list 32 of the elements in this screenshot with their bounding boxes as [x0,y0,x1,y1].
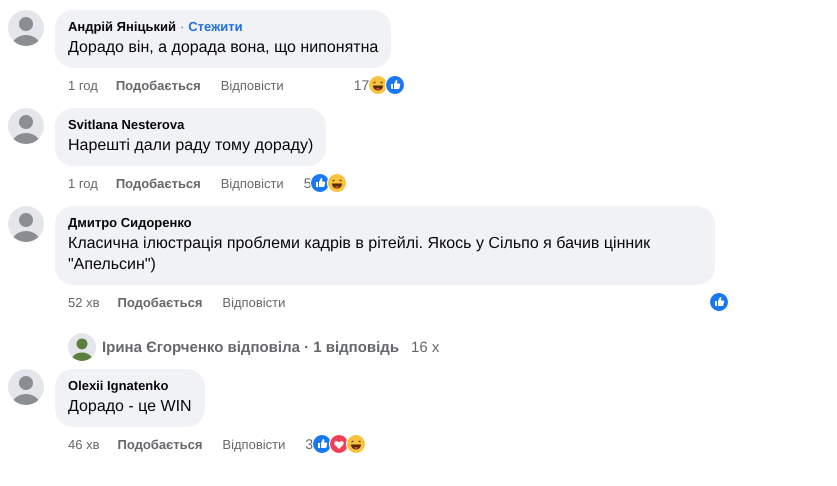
reply-link[interactable]: Відповісти [220,176,284,190]
avatar[interactable] [8,369,44,405]
reply-link[interactable]: Відповісти [222,436,286,452]
follow-link[interactable]: Стежити [188,19,243,34]
reply-link[interactable]: Відповісти [220,78,284,92]
comment-time[interactable]: 1 год [68,78,98,92]
like-link[interactable]: Подобається [117,436,202,452]
separator-dot: · [180,19,184,34]
reaction-count[interactable]: 5 [304,175,312,191]
comment-time[interactable]: 46 хв [68,436,100,452]
comment-text: Дорадо він, а дорада вона, що нипонятна [68,38,378,58]
author-name[interactable]: Svitlana Nesterova [68,117,184,132]
avatar[interactable] [8,10,44,46]
like-link[interactable]: Подобається [116,176,201,190]
replies-link[interactable]: Ірина Єгорченко відповіла · 1 відповідь [102,338,400,356]
reaction-count[interactable]: 17 [354,77,370,93]
author-name[interactable]: Olexii Ignatenko [68,378,168,393]
comment-time[interactable]: 52 хв [68,294,100,310]
reply-time: 16 х [411,338,440,356]
author-name[interactable]: Дмитро Сидоренко [68,215,192,230]
author-name[interactable]: Андрій Яніцький [68,19,176,34]
comment-text: Дорадо - це WIN [68,397,192,417]
reaction-count[interactable]: 3 [305,436,314,452]
comment-time[interactable]: 1 год [68,176,98,190]
like-link[interactable]: Подобається [116,78,201,92]
like-link[interactable]: Подобається [117,294,202,310]
comment-text: Нарешті дали раду тому дораду) [68,136,314,156]
reply-link[interactable]: Відповісти [222,294,286,310]
comment-text: Класична ілюстрація проблеми кадрів в рітейлі. Якось у Сільпо я бачив цінник "Апельсин") [68,234,652,275]
avatar[interactable] [8,206,44,242]
avatar[interactable] [68,333,96,361]
avatar[interactable] [8,108,44,144]
